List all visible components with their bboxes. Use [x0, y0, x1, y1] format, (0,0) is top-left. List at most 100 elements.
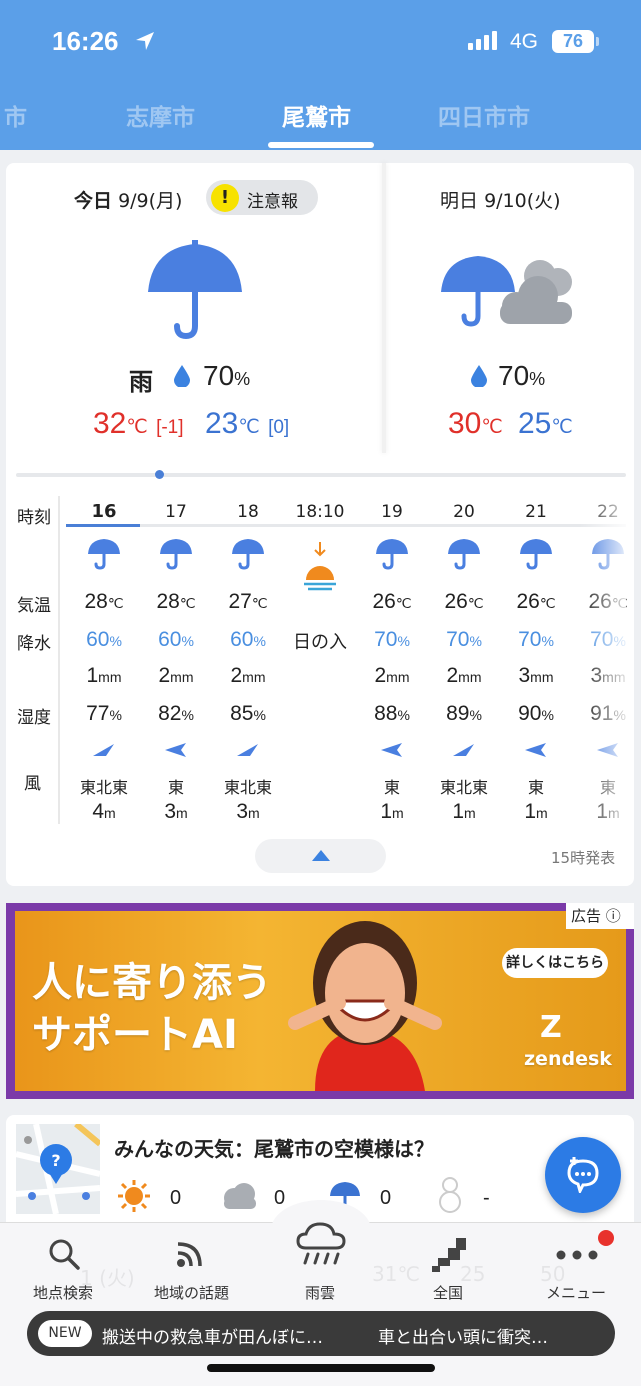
- hour-temp: 28℃: [156, 590, 196, 613]
- nav-rain-radar[interactable]: 雨雲: [305, 1282, 335, 1303]
- nav-nationwide[interactable]: 全国: [433, 1282, 463, 1303]
- nav-menu[interactable]: メニュー: [546, 1282, 606, 1303]
- search-icon[interactable]: [48, 1238, 80, 1270]
- wind-direction-icon: [165, 742, 187, 761]
- raindrop-icon: [174, 365, 190, 387]
- tab-indicator: [268, 142, 374, 148]
- row-label-precip: 降水: [17, 634, 51, 654]
- status-time: 16:26: [52, 26, 119, 56]
- map-thumbnail-icon: ?: [16, 1124, 100, 1214]
- japan-map-icon[interactable]: [432, 1238, 466, 1272]
- signal-icon: [468, 31, 497, 50]
- tomorrow-title[interactable]: 明日 9/10(火): [440, 186, 561, 213]
- hour-rain: 3mm: [518, 664, 554, 687]
- rss-icon[interactable]: [176, 1240, 204, 1268]
- minna-title: みんなの天気：尾鷲市の空模様は？: [114, 1137, 434, 1161]
- hour-humidity: 77%: [86, 702, 122, 725]
- hour-humidity: 90%: [518, 702, 554, 725]
- hourly-column: 17 28℃ 60% 2mm 82% 東 3m: [140, 498, 212, 823]
- wind-direction-icon: [381, 742, 403, 761]
- notification-dot: [598, 1230, 614, 1246]
- today-precip: 70%: [203, 360, 251, 391]
- ad-person-image: [288, 921, 442, 1091]
- ticker-item-2[interactable]: 車と出合い頭に衝突…: [378, 1323, 548, 1348]
- ticker-item-1[interactable]: 搬送中の救急車が田んぼに…: [102, 1323, 323, 1348]
- wind-speed: 3m: [164, 800, 188, 823]
- tab-shima[interactable]: 志摩市: [126, 98, 195, 132]
- tab-prev-city[interactable]: 市: [4, 98, 27, 132]
- ad-cta-button[interactable]: 詳しくはこちら: [502, 948, 608, 978]
- wind-direction-icon: [93, 742, 115, 761]
- count-rain: 0: [380, 1187, 392, 1209]
- snowman-icon: [439, 1177, 461, 1213]
- alert-badge[interactable]: ! 注意報: [206, 180, 318, 215]
- tab-yokkaichi[interactable]: 四日市市: [438, 98, 530, 132]
- hour-precip: 70%: [446, 628, 482, 651]
- new-badge: NEW: [38, 1320, 92, 1347]
- nav-search[interactable]: 地点検索: [33, 1282, 93, 1303]
- umbrella-icon: [148, 240, 242, 340]
- wind-direction: 東: [527, 780, 544, 797]
- hour-rain: 1mm: [86, 664, 122, 687]
- wind-direction: 東: [383, 780, 400, 797]
- sunset-icon: [302, 542, 338, 602]
- tomorrow-low: 25℃: [518, 407, 573, 440]
- chat-plus-icon: [567, 1157, 599, 1193]
- umbrella-icon: [356, 528, 428, 572]
- hour-humidity: 82%: [158, 702, 194, 725]
- hour-rain: 2mm: [230, 664, 266, 687]
- wind-direction-icon: [453, 742, 475, 761]
- day-scroll-thumb[interactable]: [155, 470, 164, 479]
- ad-brand: zendesk: [524, 1048, 612, 1070]
- day-scroll-track[interactable]: [16, 473, 626, 477]
- ad-label[interactable]: 広告 ⓘ: [566, 903, 634, 929]
- hour-label: 21: [525, 502, 547, 522]
- row-label-humidity: 湿度: [17, 708, 51, 728]
- wind-direction: 東北東: [439, 780, 488, 797]
- hour-rain: 2mm: [158, 664, 194, 687]
- more-dots-icon[interactable]: [556, 1250, 598, 1260]
- wind-direction: 東北東: [223, 780, 272, 797]
- umbrella-icon: [68, 528, 140, 572]
- wind-speed: 1m: [452, 800, 476, 823]
- nav-local-topics[interactable]: 地域の話題: [154, 1282, 229, 1303]
- sunset-label: 日の入: [293, 632, 347, 652]
- rain-then-cloudy-icon: [441, 256, 572, 327]
- hour-label: 18:10: [295, 502, 345, 522]
- ad-headline-1: 人に寄り添う: [32, 960, 272, 1006]
- published-time: 15時発表: [551, 849, 616, 867]
- collapse-button[interactable]: [255, 839, 386, 873]
- wind-direction-icon: [525, 742, 547, 761]
- hour-label: 19: [381, 502, 403, 522]
- umbrella-icon: [428, 528, 500, 572]
- hourly-column: 18 27℃ 60% 2mm 85% 東北東 3m: [212, 498, 284, 823]
- row-label-wind: 風: [24, 774, 41, 794]
- raindrop-icon: [471, 365, 487, 387]
- hour-humidity: 88%: [374, 702, 410, 725]
- info-icon: ⓘ: [605, 907, 621, 925]
- wind-speed: 1m: [380, 800, 404, 823]
- tomorrow-high: 30℃: [448, 407, 503, 440]
- ad-headline-2: サポートAI: [32, 1012, 238, 1058]
- hour-humidity: 89%: [446, 702, 482, 725]
- hour-label: 18: [237, 502, 259, 522]
- wind-direction: 東: [167, 780, 184, 797]
- sun-icon: [118, 1180, 150, 1212]
- hour-rain: 2mm: [446, 664, 482, 687]
- hour-label: 16: [91, 501, 117, 522]
- tomorrow-precip: 70%: [498, 360, 546, 391]
- today-condition: 雨: [129, 368, 153, 396]
- post-weather-fab[interactable]: [545, 1137, 621, 1213]
- hour-temp: 27℃: [228, 590, 268, 613]
- hourly-column: 18:10 日の入: [284, 498, 356, 652]
- hour-precip: 60%: [158, 628, 194, 651]
- day-divider: [382, 163, 386, 453]
- hour-rain: 2mm: [374, 664, 410, 687]
- tab-owase[interactable]: 尾鷲市: [282, 98, 351, 132]
- hour-precip: 60%: [86, 628, 122, 651]
- rain-cloud-icon[interactable]: [296, 1222, 346, 1268]
- today-title[interactable]: 今日 9/9(月): [74, 186, 182, 213]
- zendesk-logo-icon: Z: [540, 1010, 562, 1045]
- scroll-fade: [580, 496, 626, 826]
- hour-precip: 70%: [518, 628, 554, 651]
